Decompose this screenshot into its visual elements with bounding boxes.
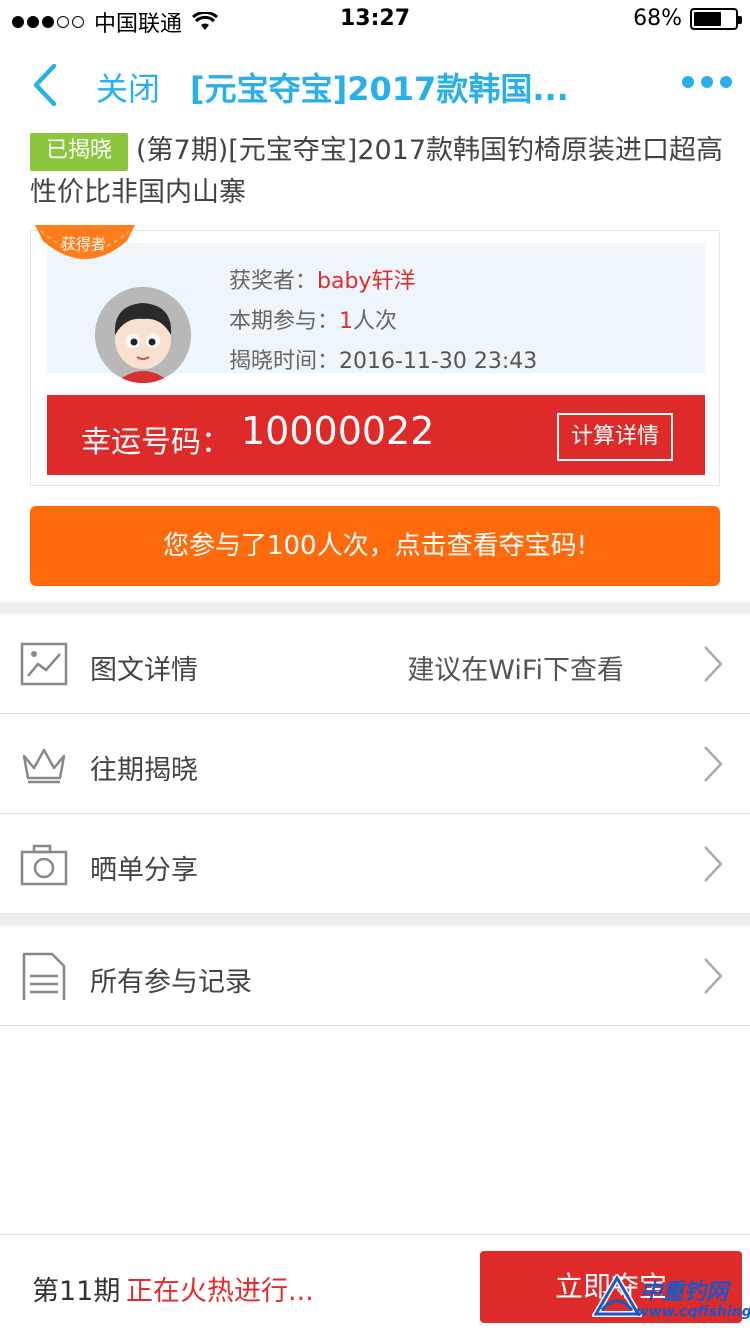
battery-percent: 68% [633, 6, 682, 31]
winner-name[interactable]: baby轩洋 [317, 269, 415, 294]
menu-item-details[interactable]: 图文详情 建议在WiFi下查看 [0, 614, 750, 714]
status-right: 68% [633, 6, 742, 31]
participation-unit: 人次 [353, 309, 398, 334]
avatar-cartoon-icon [95, 287, 191, 383]
watermark-logo-icon [592, 1274, 642, 1317]
reveal-time-row: 揭晓时间：2016-11-30 23:43 [229, 343, 537, 375]
section-divider [0, 914, 750, 926]
watermark: 中重钓网 www.cqfishing.net [592, 1268, 750, 1330]
image-icon [20, 642, 68, 686]
crown-icon [22, 748, 66, 784]
view-codes-button[interactable]: 您参与了100人次，点击查看夺宝码! [30, 506, 720, 586]
period-status[interactable]: 正在火热进行... [126, 1269, 314, 1308]
watermark-url: www.cqfishing.net [636, 1304, 750, 1320]
lucky-number-bar: 幸运号码： 10000022 计算详情 [47, 395, 705, 475]
page-title: [元宝夺宝]2017款韩国... [190, 70, 569, 108]
menu-label: 晒单分享 [90, 855, 198, 886]
menu-item-history[interactable]: 往期揭晓 [0, 714, 750, 814]
chevron-right-icon [704, 646, 723, 682]
back-arrow-icon[interactable] [28, 60, 68, 110]
calc-details-button[interactable]: 计算详情 [557, 413, 673, 461]
status-bar: 中国联通 13:27 68% [0, 0, 750, 40]
chevron-right-icon [704, 846, 723, 882]
menu-hint: 建议在WiFi下查看 [407, 655, 624, 686]
winner-card: 获奖者：baby轩洋 本期参与：1人次 揭晓时间：2016-11-30 23:4… [30, 225, 720, 486]
period-label: 第11期 [32, 1276, 121, 1307]
menu-label: 所有参与记录 [90, 967, 252, 998]
participation-label: 本期参与： [229, 309, 340, 334]
menu-label: 往期揭晓 [90, 755, 198, 786]
menu-item-share[interactable]: 晒单分享 [0, 814, 750, 914]
avatar[interactable] [95, 287, 191, 383]
winner-label: 获奖者： [229, 269, 318, 294]
winner-row: 获奖者：baby轩洋 [229, 263, 415, 295]
ribbon-label: 获得者 [61, 235, 107, 253]
product-title: 已揭晓 (第7期)[元宝夺宝]2017款韩国钓椅原装进口超高性价比非国内山寨 [30, 130, 730, 214]
status-badge: 已揭晓 [30, 133, 129, 171]
battery-icon [690, 7, 742, 30]
menu-label: 图文详情 [90, 655, 198, 686]
nav-bar: 关闭 [元宝夺宝]2017款韩国... [0, 50, 750, 120]
more-options-icon[interactable] [682, 76, 732, 88]
product-name: (第7期)[元宝夺宝]2017款韩国钓椅原装进口超高性价比非国内山寨 [30, 135, 724, 208]
participation-row: 本期参与：1人次 [229, 303, 397, 335]
participation-count: 1 [339, 309, 354, 334]
reveal-time: 2016-11-30 23:43 [339, 349, 538, 374]
close-button[interactable]: 关闭 [96, 64, 160, 110]
section-divider [0, 602, 750, 614]
document-icon [22, 952, 66, 1000]
chevron-right-icon [704, 746, 723, 782]
winner-info-panel: 获奖者：baby轩洋 本期参与：1人次 揭晓时间：2016-11-30 23:4… [47, 243, 705, 383]
camera-icon [20, 844, 68, 886]
lucky-number: 10000022 [241, 409, 435, 453]
lucky-number-label: 幸运号码： [81, 425, 231, 460]
reveal-label: 揭晓时间： [229, 349, 340, 374]
chevron-right-icon [704, 958, 723, 994]
watermark-text: 中重钓网 [640, 1280, 729, 1305]
menu-item-records[interactable]: 所有参与记录 [0, 926, 750, 1026]
